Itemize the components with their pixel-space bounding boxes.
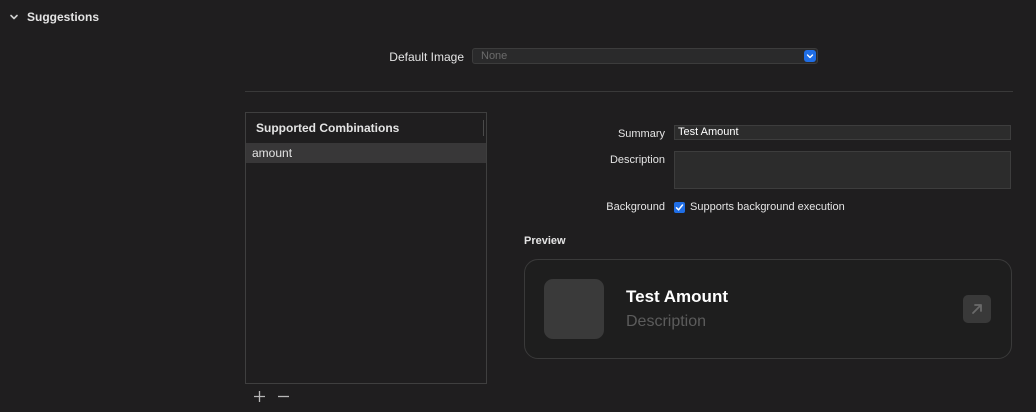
description-field[interactable] (674, 151, 1011, 189)
list-controls (252, 389, 290, 403)
remove-button[interactable] (276, 389, 290, 403)
list-header[interactable]: Supported Combinations (246, 113, 486, 143)
minus-icon (277, 395, 289, 397)
default-image-value: None (481, 50, 508, 62)
list-item[interactable]: amount (246, 143, 486, 163)
checkmark-icon (675, 203, 684, 211)
background-checkbox-row[interactable]: Supports background execution (674, 201, 845, 213)
preview-card: Test Amount Description (524, 259, 1012, 359)
default-image-label: Default Image (389, 50, 464, 64)
list-header-label: Supported Combinations (256, 121, 400, 135)
add-button[interactable] (252, 389, 266, 403)
chevron-down-icon[interactable] (804, 50, 816, 62)
summary-label: Summary (617, 128, 665, 140)
column-separator[interactable] (483, 120, 484, 136)
open-arrow-icon (963, 295, 991, 323)
suggestions-panel: Suggestions Default Image None Supported… (0, 0, 1036, 412)
default-image-select[interactable]: None (472, 48, 818, 64)
background-checkbox[interactable] (674, 201, 685, 213)
preview-description: Description (626, 313, 707, 330)
section-header[interactable]: Suggestions (8, 8, 99, 26)
background-label: Background (606, 201, 665, 213)
preview-title: Preview (524, 235, 566, 247)
background-checkbox-label: Supports background execution (690, 201, 845, 213)
plus-icon (253, 390, 265, 402)
chevron-down-icon[interactable] (8, 11, 20, 23)
section-title: Suggestions (27, 10, 100, 24)
supported-combinations-list: Supported Combinations amount (245, 112, 487, 384)
list-item-label: amount (252, 146, 293, 160)
summary-field[interactable]: Test Amount (674, 125, 1011, 140)
divider (245, 91, 1013, 92)
app-icon-placeholder (544, 279, 604, 339)
preview-name: Test Amount (626, 287, 728, 306)
description-label: Description (609, 154, 665, 166)
